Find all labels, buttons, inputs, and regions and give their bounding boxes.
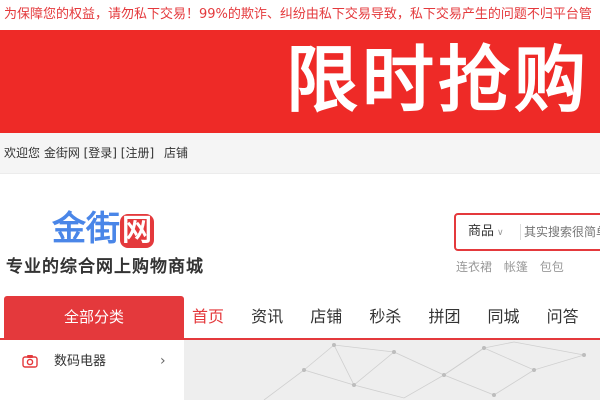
- hero-carousel[interactable]: [184, 340, 600, 400]
- hotword-link[interactable]: 连衣裙: [456, 260, 492, 274]
- search-category-select[interactable]: 商品 ∨: [468, 215, 504, 249]
- network-pattern-graphic: [263, 341, 586, 400]
- all-categories-button[interactable]: 全部分类: [4, 296, 184, 338]
- nav-item-news[interactable]: 资讯: [251, 296, 283, 338]
- nav-item-stores[interactable]: 店铺: [310, 296, 342, 338]
- store-link[interactable]: 店铺: [164, 133, 188, 173]
- camera-icon: [22, 355, 38, 368]
- banner-text: 限时抢购: [286, 38, 591, 122]
- category-item-digital[interactable]: 数码电器 ›: [4, 348, 184, 376]
- chevron-down-icon: ∨: [497, 228, 504, 238]
- hotword-link[interactable]: 包包: [540, 260, 564, 274]
- search-input[interactable]: [524, 215, 600, 249]
- site-slogan: 专业的综合网上购物商城: [6, 257, 204, 277]
- main-nav: 全部分类 首页 资讯 店铺 秒杀 拼团 同城 问答 拍: [0, 296, 600, 340]
- notice-text: 为保障您的权益，请勿私下交易！99%的欺诈、纠纷由私下交易导致，私下交易产生的问…: [4, 7, 592, 22]
- logo-text-main: 金街: [52, 209, 120, 249]
- category-panel: 数码电器 ›: [4, 340, 184, 400]
- nav-items: 首页 资讯 店铺 秒杀 拼团 同城 问答 拍: [184, 296, 600, 338]
- hot-search-words: 连衣裙 帐篷 包包: [456, 258, 572, 275]
- nav-item-group-buy[interactable]: 拼团: [428, 296, 460, 338]
- site-logo[interactable]: 金街网: [52, 210, 172, 248]
- search-category-label: 商品: [468, 224, 495, 239]
- notice-bar: 为保障您的权益，请勿私下交易！99%的欺诈、纠纷由私下交易导致，私下交易产生的问…: [0, 0, 600, 30]
- nav-item-flash-sale[interactable]: 秒杀: [369, 296, 401, 338]
- category-label: 数码电器: [54, 354, 107, 369]
- nav-item-local[interactable]: 同城: [488, 296, 520, 338]
- chevron-right-icon: ›: [160, 353, 166, 369]
- search-divider: [520, 224, 521, 240]
- search-box: 商品 ∨: [454, 213, 600, 251]
- logo-text-badge: 网: [120, 213, 154, 248]
- promo-banner[interactable]: 限时抢购: [0, 30, 600, 133]
- welcome-login-links[interactable]: 欢迎您 金街网 [登录] [注册]: [4, 133, 154, 173]
- hotword-link[interactable]: 帐篷: [504, 260, 528, 274]
- nav-item-home[interactable]: 首页: [192, 296, 224, 338]
- nav-item-qa[interactable]: 问答: [547, 296, 579, 338]
- top-bar: 欢迎您 金街网 [登录] [注册] 店铺: [0, 133, 600, 174]
